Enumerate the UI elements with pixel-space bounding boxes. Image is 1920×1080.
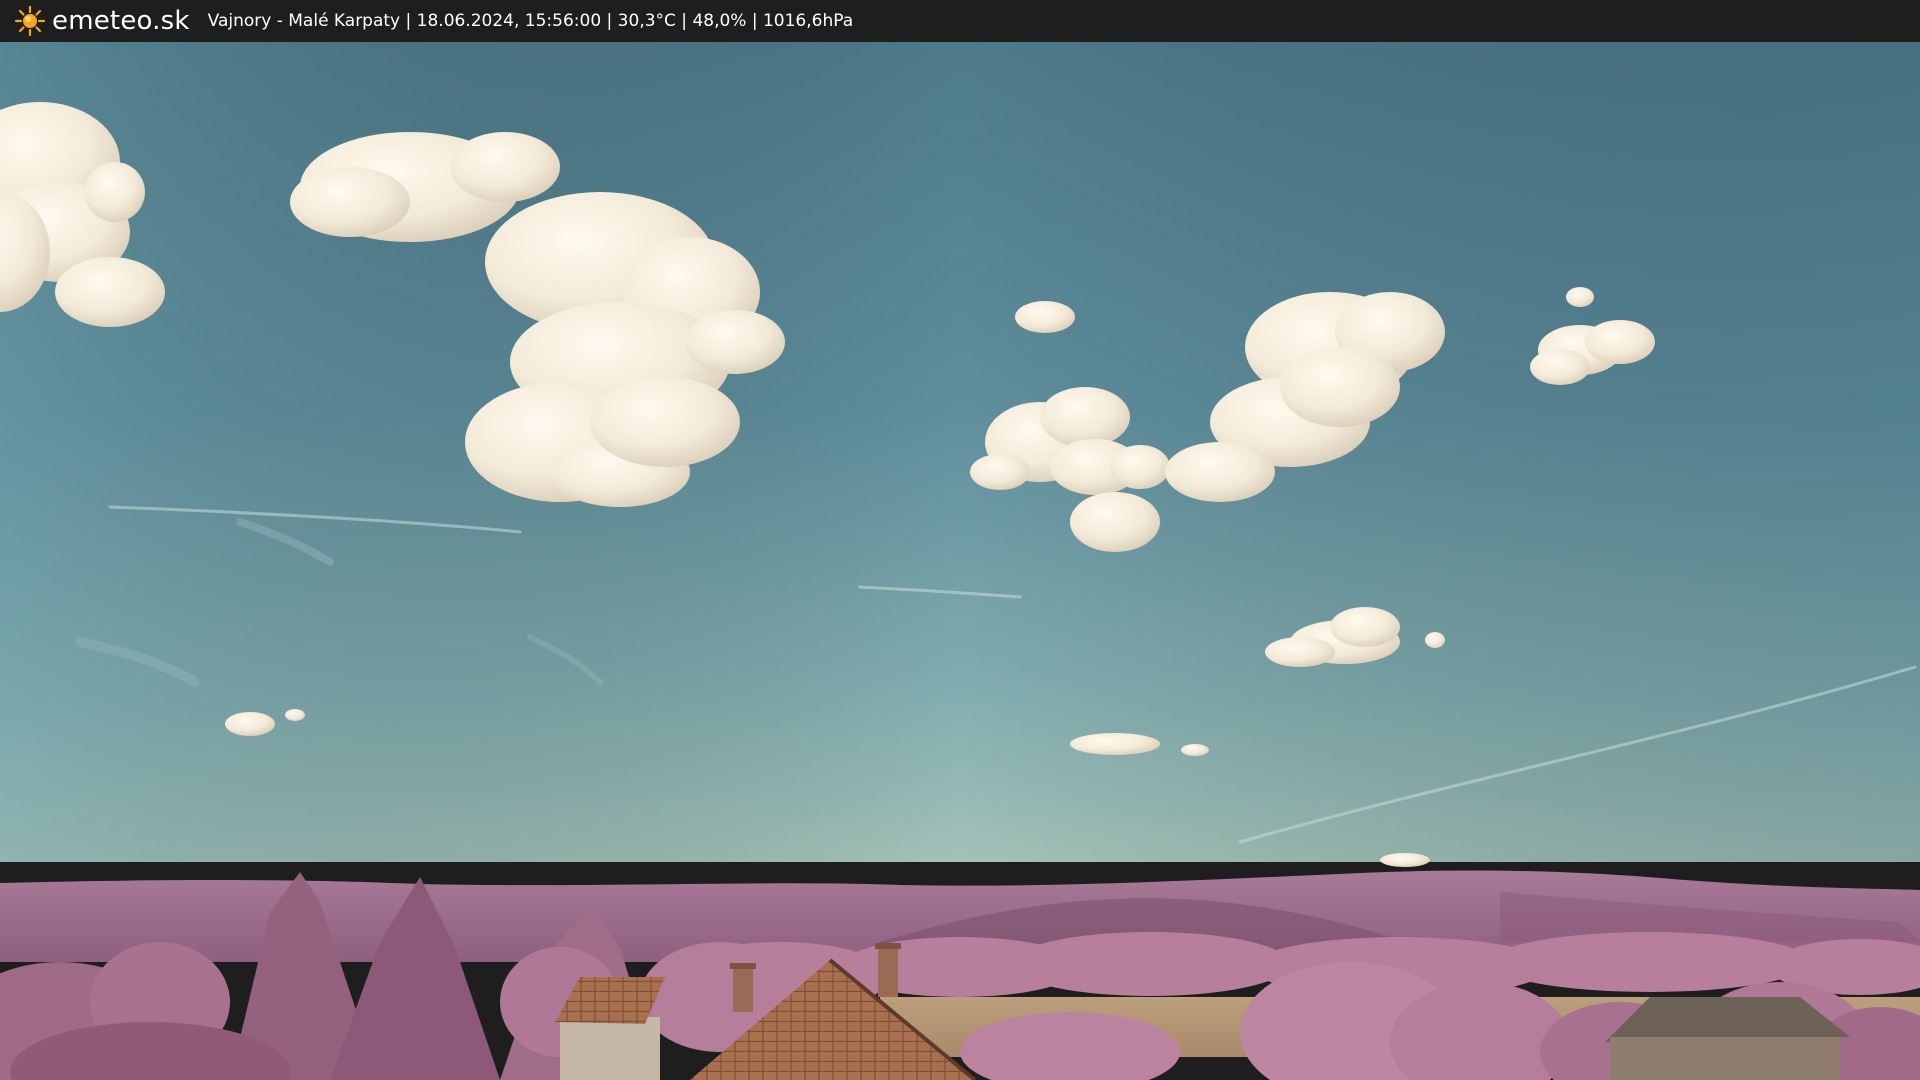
house-right — [1605, 997, 1850, 1080]
weather-caption: Vajnory - Malé Karpaty | 18.06.2024, 15:… — [207, 10, 854, 31]
webcam-image — [0, 42, 1920, 1080]
brand-name: emeteo.sk — [52, 6, 190, 36]
sun-icon — [14, 5, 46, 37]
house-small — [555, 977, 665, 1080]
webcam-frame: emeteo.sk Vajnory - Malé Karpaty | 18.06… — [0, 0, 1920, 1080]
brand-logo[interactable]: emeteo.sk — [14, 5, 190, 37]
caption-bar: emeteo.sk Vajnory - Malé Karpaty | 18.06… — [0, 0, 1920, 42]
